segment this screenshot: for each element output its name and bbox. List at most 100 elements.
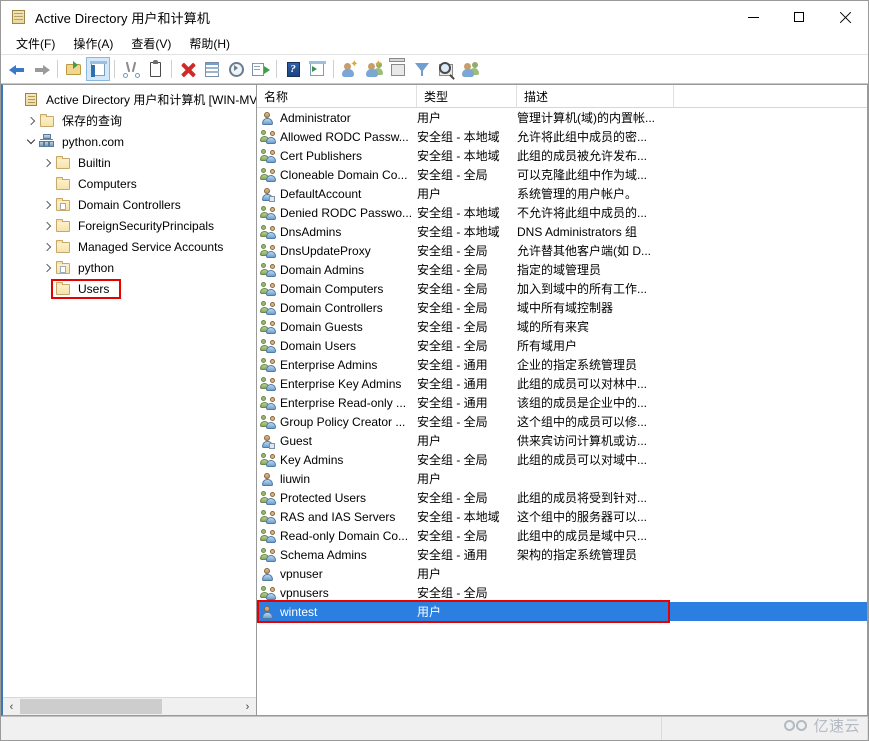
table-row[interactable]: Protected Users 安全组 - 全局 此组的成员将受到针对...: [257, 488, 867, 507]
table-row[interactable]: Allowed RODC Passw... 安全组 - 本地域 允许将此组中成员的密…: [257, 127, 867, 146]
help-button[interactable]: ?: [281, 57, 305, 81]
table-row[interactable]: Enterprise Read-only ... 安全组 - 通用 该组的成员是企业…: [257, 393, 867, 412]
table-row[interactable]: vpnuser 用户: [257, 564, 867, 583]
show-hide-console-tree-button[interactable]: [86, 57, 110, 81]
export-list-button[interactable]: [248, 57, 272, 81]
chevron-right-icon[interactable]: [39, 221, 55, 230]
table-row[interactable]: Domain Users 安全组 - 全局 所有域用户: [257, 336, 867, 355]
chevron-right-icon[interactable]: [23, 116, 39, 125]
column-header-name[interactable]: 名称: [257, 85, 417, 107]
properties-button[interactable]: [200, 57, 224, 81]
show-hide-action-pane-icon: [308, 60, 326, 78]
maximize-icon: [794, 12, 804, 22]
table-row[interactable]: liuwin 用户: [257, 469, 867, 488]
table-row[interactable]: DefaultAccount 用户 系统管理的用户帐户。: [257, 184, 867, 203]
scroll-track[interactable]: [20, 698, 239, 715]
tree-node-python[interactable]: python: [3, 257, 256, 278]
table-row[interactable]: vpnusers 安全组 - 全局: [257, 583, 867, 602]
cell-name: Schema Admins: [257, 547, 417, 563]
chevron-right-icon[interactable]: [39, 263, 55, 272]
group-icon: [260, 357, 276, 373]
chevron-down-icon[interactable]: [23, 135, 39, 145]
table-row[interactable]: Domain Controllers 安全组 - 全局 域中所有域控制器: [257, 298, 867, 317]
status-bar: 亿速云: [1, 716, 868, 740]
cell-type: 用户: [417, 434, 442, 448]
tree-node-users[interactable]: Users: [3, 278, 256, 299]
maximize-button[interactable]: [776, 1, 822, 33]
table-row[interactable]: Administrator 用户 管理计算机(域)的内置帐...: [257, 108, 867, 127]
cell-type: 用户: [417, 567, 442, 581]
scroll-thumb[interactable]: [20, 699, 162, 714]
cell-type: 安全组 - 通用: [417, 396, 488, 410]
back-button[interactable]: [5, 57, 29, 81]
refresh-button[interactable]: [224, 57, 248, 81]
table-row[interactable]: DnsAdmins 安全组 - 本地域 DNS Administrators 组: [257, 222, 867, 241]
chevron-right-icon[interactable]: [39, 158, 55, 167]
scroll-right-icon[interactable]: ›: [239, 698, 256, 715]
cell-name: Cert Publishers: [257, 148, 417, 164]
table-row[interactable]: RAS and IAS Servers 安全组 - 本地域 这个组中的服务器可以..…: [257, 507, 867, 526]
cell-type: 安全组 - 全局: [417, 453, 488, 467]
table-row[interactable]: wintest 用户: [257, 602, 867, 621]
tree-node-builtin[interactable]: Builtin: [3, 152, 256, 173]
tree-node-foreign-security-principals[interactable]: ForeignSecurityPrincipals: [3, 215, 256, 236]
chevron-right-icon[interactable]: [39, 242, 55, 251]
filter-button[interactable]: [410, 57, 434, 81]
menu-view[interactable]: 查看(V): [122, 33, 180, 54]
folder-icon: [39, 113, 55, 129]
column-header-description[interactable]: 描述: [517, 85, 674, 107]
tree-node-domain-controllers[interactable]: Domain Controllers: [3, 194, 256, 215]
tree-node-managed-service-accounts[interactable]: Managed Service Accounts: [3, 236, 256, 257]
table-row[interactable]: Denied RODC Passwo... 安全组 - 本地域 不允许将此组中成员的…: [257, 203, 867, 222]
scroll-left-icon[interactable]: ‹: [3, 698, 20, 715]
table-row[interactable]: Domain Admins 安全组 - 全局 指定的域管理员: [257, 260, 867, 279]
table-row[interactable]: Enterprise Key Admins 安全组 - 通用 此组的成员可以对林中.…: [257, 374, 867, 393]
find-button[interactable]: [434, 57, 458, 81]
tree-node-saved-queries[interactable]: 保存的查询: [3, 110, 256, 131]
add-to-group-button[interactable]: [458, 57, 482, 81]
column-header-type[interactable]: 类型: [417, 85, 517, 107]
tree-node-python-com[interactable]: python.com: [3, 131, 256, 152]
new-user-button[interactable]: ✦: [338, 57, 362, 81]
new-organizational-unit-button[interactable]: [386, 57, 410, 81]
close-button[interactable]: [822, 1, 868, 33]
cell-name: Domain Controllers: [257, 300, 417, 316]
table-row[interactable]: Read-only Domain Co... 安全组 - 全局 此组中的成员是域中只…: [257, 526, 867, 545]
cell-name-text: Read-only Domain Co...: [280, 528, 409, 543]
chevron-right-icon[interactable]: [39, 200, 55, 209]
table-row[interactable]: Enterprise Admins 安全组 - 通用 企业的指定系统管理员: [257, 355, 867, 374]
new-group-button[interactable]: ✦: [362, 57, 386, 81]
menu-help[interactable]: 帮助(H): [180, 33, 239, 54]
delete-button[interactable]: [176, 57, 200, 81]
cell-type: 用户: [417, 472, 442, 486]
up-one-level-button[interactable]: [62, 57, 86, 81]
paste-button[interactable]: [143, 57, 167, 81]
tree-horizontal-scrollbar[interactable]: ‹ ›: [3, 697, 256, 715]
forward-button[interactable]: [29, 57, 53, 81]
table-row[interactable]: Cert Publishers 安全组 - 本地域 此组的成员被允许发布...: [257, 146, 867, 165]
tree-node-computers[interactable]: Computers: [3, 173, 256, 194]
details-list[interactable]: Administrator 用户 管理计算机(域)的内置帐... Allowed RO…: [257, 108, 867, 715]
table-row[interactable]: Key Admins 安全组 - 全局 此组的成员可以对域中...: [257, 450, 867, 469]
table-row[interactable]: Cloneable Domain Co... 安全组 - 全局 可以克隆此组中作为域…: [257, 165, 867, 184]
cell-description: DNS Administrators 组: [517, 225, 638, 239]
table-row[interactable]: Domain Guests 安全组 - 全局 域的所有来宾: [257, 317, 867, 336]
tree-node-label: Builtin: [78, 155, 111, 170]
table-row[interactable]: DnsUpdateProxy 安全组 - 全局 允许替其他客户端(如 D...: [257, 241, 867, 260]
toolbar-separator: [114, 60, 115, 78]
tree-node-root[interactable]: Active Directory 用户和计算机 [WIN-MV: [3, 89, 256, 110]
new-organizational-unit-icon: [388, 57, 407, 78]
minimize-button[interactable]: [730, 1, 776, 33]
console-tree[interactable]: Active Directory 用户和计算机 [WIN-MV 保存的查询 pyth…: [3, 85, 256, 697]
table-row[interactable]: Schema Admins 安全组 - 通用 架构的指定系统管理员: [257, 545, 867, 564]
table-row[interactable]: Guest 用户 供来宾访问计算机或访...: [257, 431, 867, 450]
table-row[interactable]: Group Policy Creator ... 安全组 - 全局 这个组中的成员可…: [257, 412, 867, 431]
cut-button[interactable]: [119, 57, 143, 81]
menu-action[interactable]: 操作(A): [64, 33, 122, 54]
show-hide-action-pane-button[interactable]: [305, 57, 329, 81]
group-icon: [260, 509, 276, 525]
cell-name: Protected Users: [257, 490, 417, 506]
menu-file[interactable]: 文件(F): [7, 33, 64, 54]
table-row[interactable]: Domain Computers 安全组 - 全局 加入到域中的所有工作...: [257, 279, 867, 298]
cell-type: 安全组 - 本地域: [417, 206, 500, 220]
